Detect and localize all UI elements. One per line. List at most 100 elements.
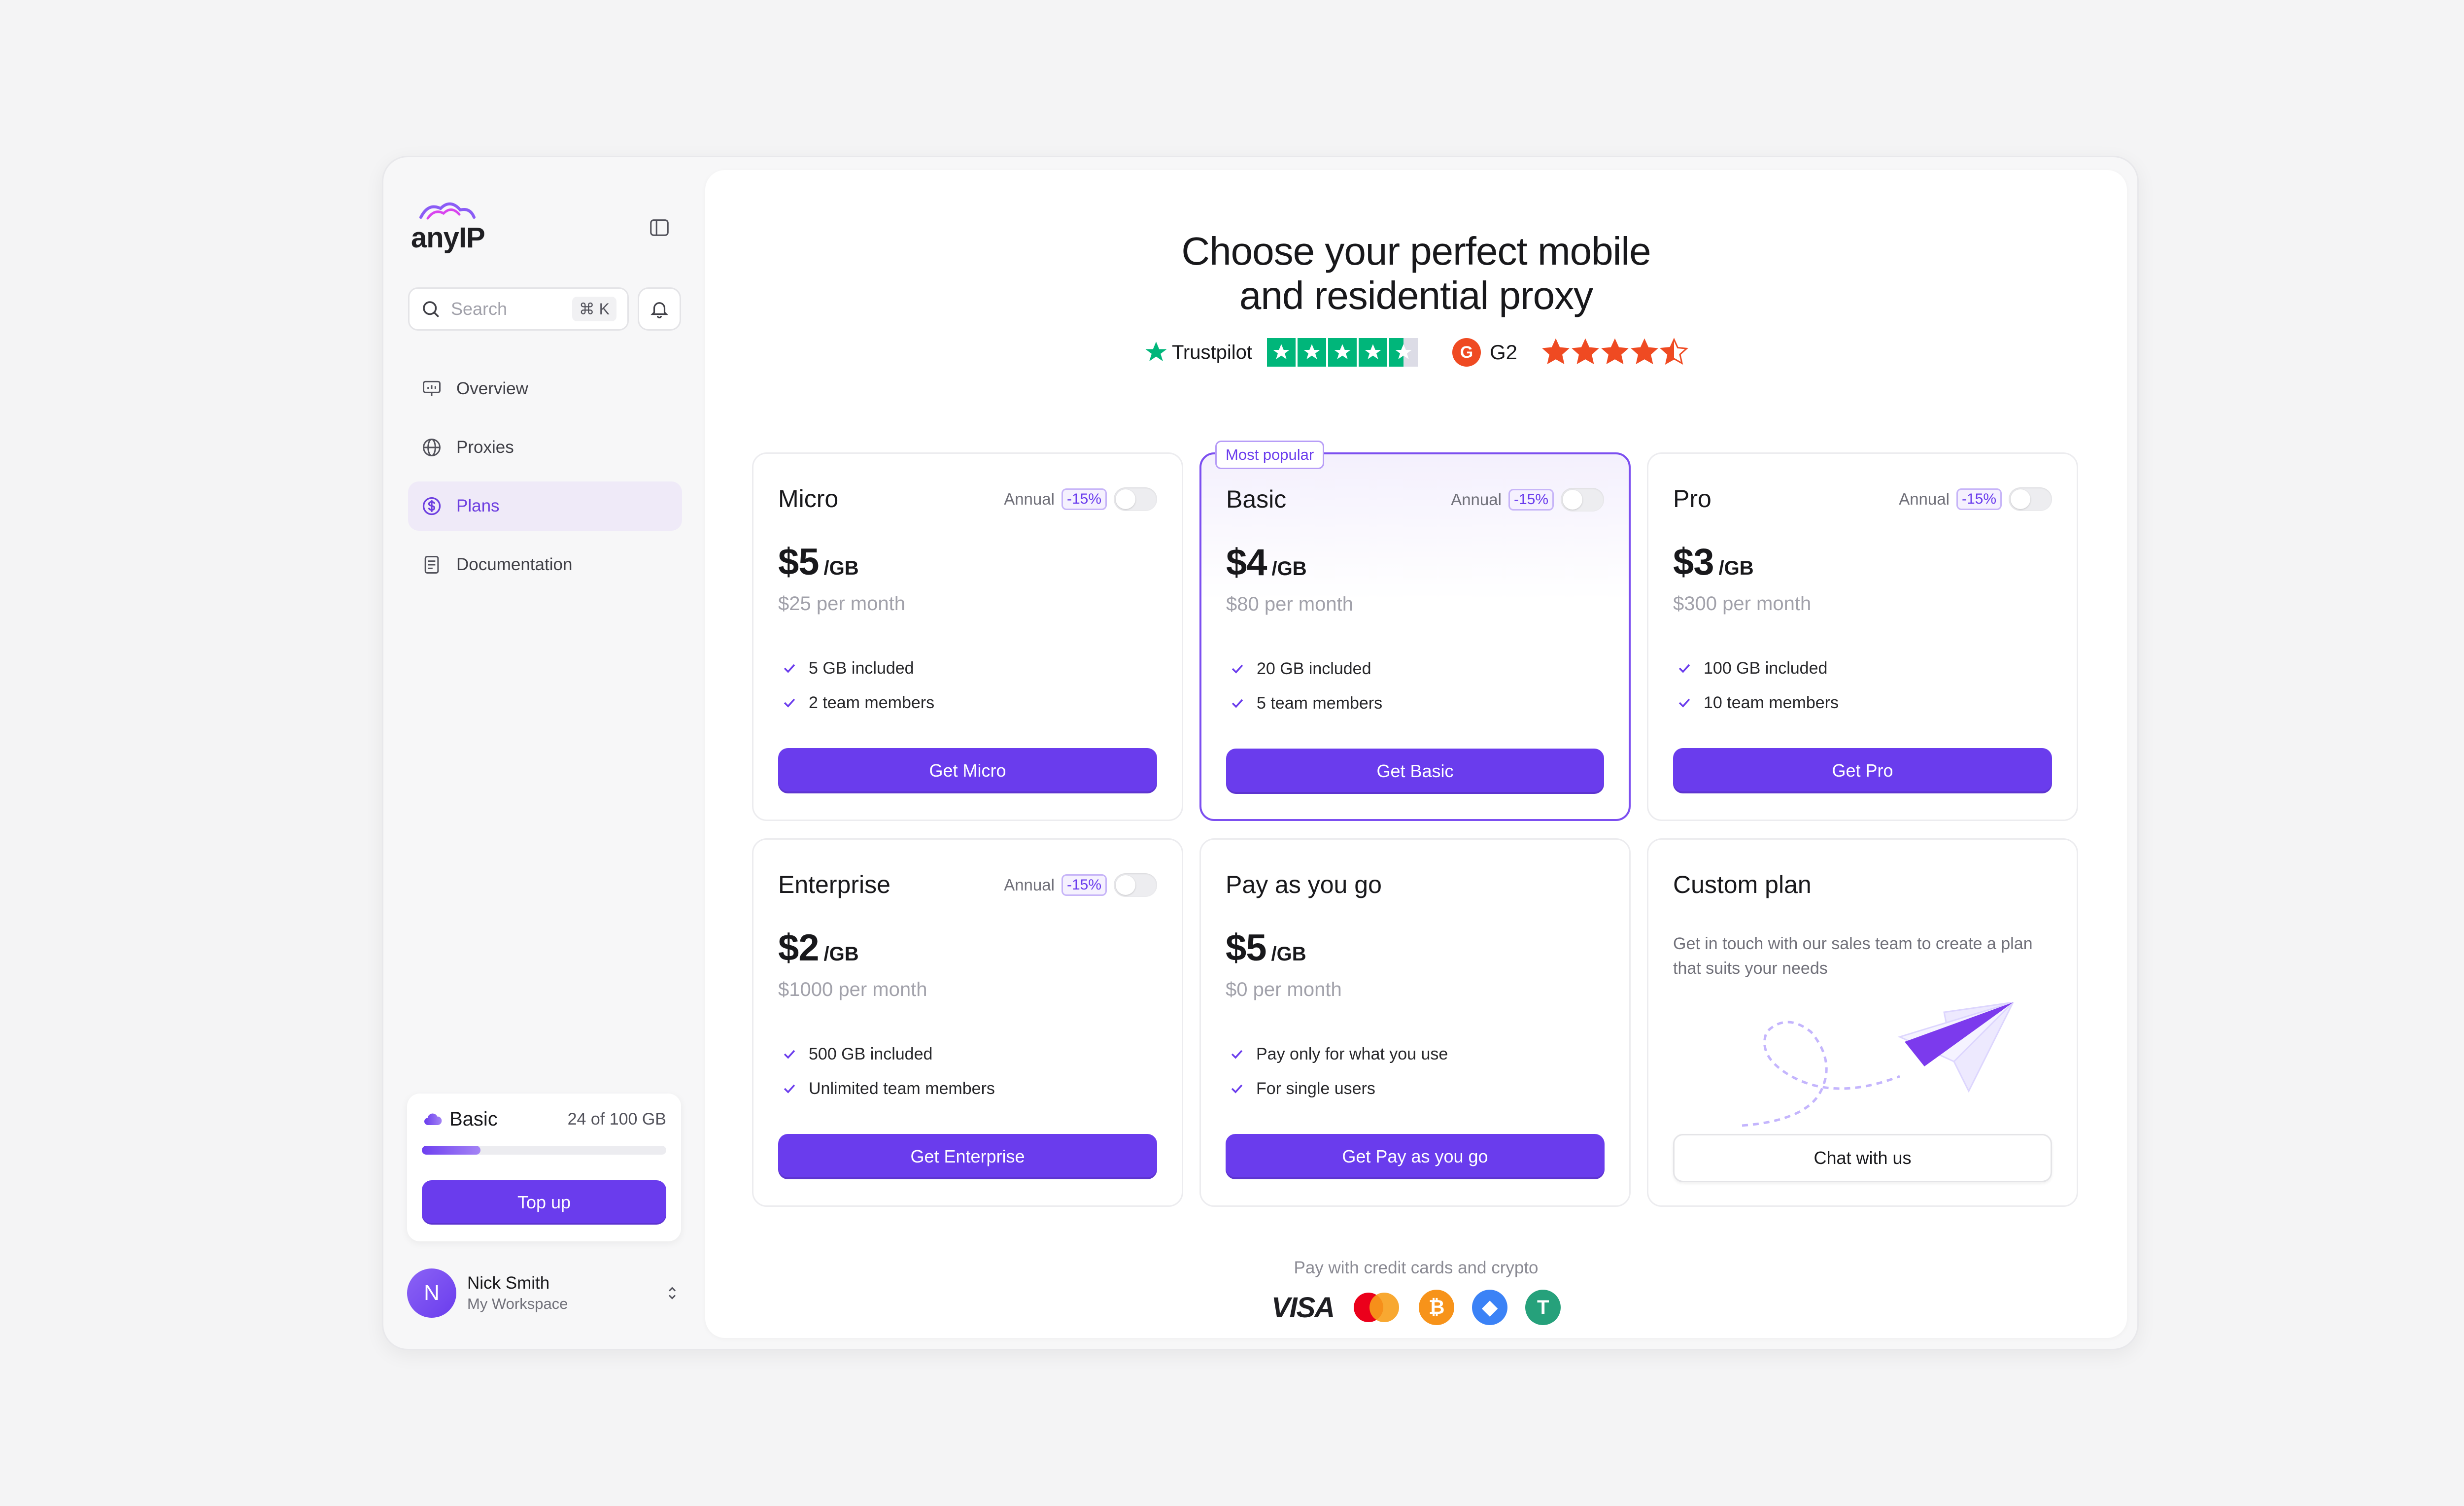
check-icon: [784, 698, 795, 708]
annual-toggle[interactable]: [1114, 487, 1157, 511]
feature-text: 500 GB included: [809, 1044, 933, 1063]
chevron-up-down-icon: [668, 1287, 676, 1300]
price-unit: /GB: [823, 557, 859, 579]
annual-toggle-group: Annual -15%: [1451, 488, 1604, 512]
sidebar-item-label: Proxies: [456, 438, 514, 457]
price-unit: /GB: [1718, 557, 1754, 579]
user-menu[interactable]: N Nick Smith My Workspace: [407, 1266, 681, 1320]
sidebar-item-label: Documentation: [456, 555, 573, 574]
search-placeholder: Search: [451, 299, 508, 319]
chat-with-us-button[interactable]: Chat with us: [1673, 1134, 2052, 1182]
price-per-month: $300 per month: [1673, 593, 1812, 615]
feature-text: 10 team members: [1704, 693, 1839, 712]
page-title: Choose your perfect mobile and residenti…: [705, 229, 2127, 318]
sidebar-item-label: Plans: [456, 496, 500, 515]
check-icon: [784, 1084, 795, 1094]
avatar: N: [407, 1268, 456, 1318]
price-unit: /GB: [1271, 943, 1306, 965]
get-basic-button[interactable]: Get Basic: [1226, 749, 1604, 794]
annual-toggle[interactable]: [2009, 487, 2052, 511]
price-unit: /GB: [1271, 558, 1307, 580]
get-pay-as-you-go-button[interactable]: Get Pay as you go: [1226, 1134, 1605, 1179]
tether-icon: T: [1525, 1290, 1561, 1325]
check-icon: [1678, 664, 1690, 673]
logo-cloud-icon: [419, 202, 476, 220]
g2-name: G2: [1489, 341, 1518, 364]
annual-label: Annual: [1004, 876, 1055, 894]
price: $5/GB: [1226, 926, 1306, 969]
most-popular-badge: Most popular: [1215, 441, 1325, 469]
mastercard-icon: [1354, 1293, 1400, 1322]
annual-toggle-group: Annual -15%: [1004, 487, 1157, 511]
usage-progress-bar: [422, 1146, 666, 1155]
price-per-month: $1000 per month: [778, 979, 927, 1000]
plan-card-custom: Custom plan Get in touch with our sales …: [1647, 838, 2078, 1207]
bell-icon: [650, 302, 668, 319]
price-amount: $3: [1673, 541, 1714, 583]
globe-icon: [423, 439, 441, 456]
plan-card-micro: Micro Annual -15% $5/GB $25 per month 5 …: [752, 452, 1183, 821]
logo[interactable]: anyIP: [411, 202, 485, 254]
sidebar-item-overview[interactable]: Overview: [408, 364, 682, 413]
sidebar-item-proxies[interactable]: Proxies: [408, 423, 682, 472]
check-icon: [784, 664, 795, 673]
plan-card-basic: Most popular Basic Annual -15% $4/GB $80…: [1199, 441, 1631, 821]
trustpilot-stars: [1266, 338, 1418, 367]
star-icon: [1328, 338, 1357, 367]
paper-plane-icon: [1742, 1002, 2014, 1127]
sidebar-item-plans[interactable]: Plans: [408, 481, 682, 531]
sidebar-toggle-icon[interactable]: [648, 216, 671, 239]
custom-plan-description: Get in touch with our sales team to crea…: [1673, 934, 2033, 978]
annual-toggle-group: Annual -15%: [1899, 487, 2052, 511]
price-amount: $4: [1226, 542, 1267, 583]
current-plan-usage: 24 of 100 GB: [567, 1110, 666, 1129]
visa-icon: VISA: [1271, 1291, 1335, 1324]
plan-name: Pro: [1673, 485, 1711, 513]
annual-label: Annual: [1899, 490, 1950, 508]
search-shortcut: ⌘ K: [572, 297, 616, 321]
get-micro-button[interactable]: Get Micro: [778, 748, 1157, 793]
feature-text: 5 GB included: [809, 658, 914, 678]
feature-text: For single users: [1256, 1079, 1375, 1098]
ratings-row: Trustpilot G G2: [705, 338, 2127, 367]
search-icon: [423, 301, 439, 317]
payment-methods-label: Pay with credit cards and crypto: [1294, 1258, 1539, 1277]
annual-toggle[interactable]: [1561, 488, 1604, 512]
presentation-chart-icon: [423, 380, 441, 396]
sidebar-nav: Overview Proxies Plans Documentation: [408, 364, 682, 599]
top-up-button[interactable]: Top up: [422, 1180, 666, 1225]
star-icon: [1601, 338, 1629, 364]
discount-badge: -15%: [1508, 489, 1554, 511]
star-icon: [1542, 338, 1570, 364]
plan-name: Basic: [1226, 485, 1287, 513]
get-enterprise-button[interactable]: Get Enterprise: [778, 1134, 1157, 1179]
bitcoin-icon: ₿: [1419, 1290, 1455, 1325]
workspace-name: My Workspace: [467, 1295, 568, 1312]
g2-logo-icon: G: [1452, 338, 1481, 367]
annual-label: Annual: [1451, 490, 1502, 509]
price-amount: $2: [778, 927, 820, 969]
notifications-button[interactable]: [638, 287, 681, 331]
annual-label: Annual: [1004, 490, 1055, 508]
annual-toggle[interactable]: [1114, 873, 1157, 897]
check-icon: [1232, 664, 1243, 674]
star-icon: [1572, 338, 1599, 364]
discount-badge: -15%: [1061, 874, 1107, 896]
sidebar-item-documentation[interactable]: Documentation: [408, 540, 682, 589]
search-input[interactable]: Search ⌘ K: [408, 287, 629, 331]
feature-item: 500 GB included: [781, 1037, 995, 1071]
price: $5/GB: [778, 541, 859, 583]
price-amount: $5: [778, 541, 820, 583]
plan-name: Enterprise: [778, 871, 890, 898]
user-name: Nick Smith: [467, 1273, 550, 1293]
price-unit: /GB: [823, 943, 859, 965]
sidebar: anyIP Search ⌘ K Overview Proxies Plans: [383, 157, 704, 1349]
main-content: Choose your perfect mobile and residenti…: [705, 170, 2127, 1338]
trustpilot-name: Trustpilot: [1171, 341, 1252, 363]
payment-methods: VISA ₿ ◆ T: [705, 1290, 2127, 1325]
get-pro-button[interactable]: Get Pro: [1673, 748, 2052, 793]
feature-item: Pay only for what you use: [1229, 1037, 1448, 1071]
feature-item: 10 team members: [1676, 685, 1839, 720]
g2-stars: [1542, 338, 1689, 365]
price: $2/GB: [778, 926, 859, 969]
